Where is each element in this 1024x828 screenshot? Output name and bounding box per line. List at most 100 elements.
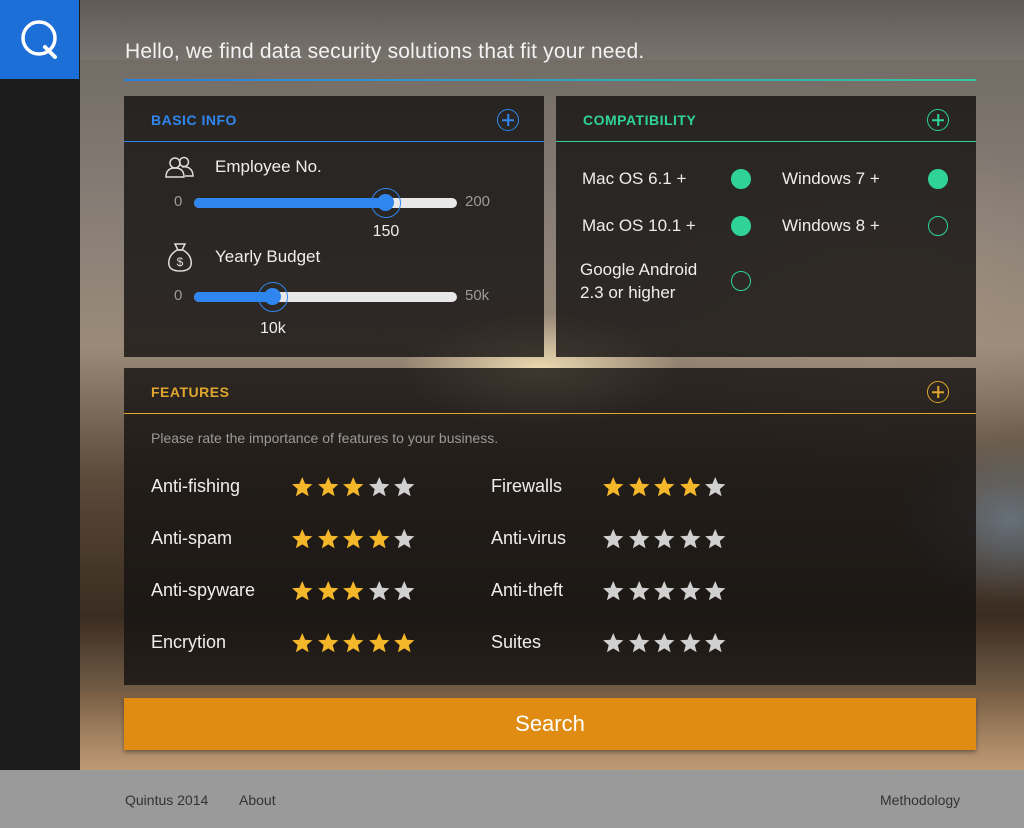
feature-label-encryption: Encrytion (151, 632, 227, 652)
basic-info-divider (124, 141, 544, 142)
star-filled-icon[interactable] (317, 528, 340, 550)
os-label-win7: Windows 7 + (782, 169, 880, 188)
basic-info-title: BASIC INFO (151, 112, 237, 128)
features-panel: FEATURES Please rate the importance of f… (124, 368, 976, 685)
os-label-android-line2: 2.3 or higher (580, 283, 676, 302)
star-empty-icon[interactable] (368, 580, 391, 602)
star-empty-icon[interactable] (653, 528, 676, 550)
feature-label-firewalls: Firewalls (491, 476, 563, 496)
employee-slider-track[interactable] (194, 198, 457, 208)
star-empty-icon[interactable] (393, 476, 416, 498)
star-filled-icon[interactable] (368, 632, 391, 654)
svg-text:$: $ (177, 255, 184, 269)
money-bag-icon: $ (168, 243, 192, 272)
star-empty-icon[interactable] (393, 528, 416, 550)
feature-label-anti-spam: Anti-spam (151, 528, 233, 548)
star-empty-icon[interactable] (393, 580, 416, 602)
star-filled-icon[interactable] (291, 580, 314, 602)
rating-encryption[interactable] (291, 632, 416, 654)
basic-info-panel: BASIC INFO Employee No. 0 200 150 $ Year… (124, 96, 544, 357)
os-toggle-mac61[interactable] (731, 169, 751, 189)
star-filled-icon[interactable] (602, 476, 625, 498)
star-empty-icon[interactable] (704, 528, 727, 550)
footer-about-link[interactable]: About (239, 792, 276, 808)
basic-info-expand-icon[interactable] (497, 109, 519, 131)
star-filled-icon[interactable] (679, 476, 702, 498)
star-empty-icon[interactable] (679, 580, 702, 602)
compatibility-expand-icon[interactable] (927, 109, 949, 131)
search-button[interactable]: Search (124, 698, 976, 750)
budget-value: 10k (259, 320, 286, 337)
os-toggle-win8[interactable] (928, 216, 948, 236)
employee-max: 200 (465, 193, 491, 210)
employee-min: 0 (174, 193, 183, 210)
star-empty-icon[interactable] (679, 528, 702, 550)
rating-firewalls[interactable] (602, 476, 727, 498)
star-filled-icon[interactable] (342, 528, 365, 550)
features-expand-icon[interactable] (927, 381, 949, 403)
os-toggle-win7[interactable] (928, 169, 948, 189)
logo-q-icon (20, 19, 57, 59)
rating-anti-fishing[interactable] (291, 476, 416, 498)
feature-label-suites: Suites (491, 632, 542, 652)
rating-anti-spyware[interactable] (291, 580, 416, 602)
star-filled-icon[interactable] (653, 476, 676, 498)
os-label-android: Google Android 2.3 or higher (580, 258, 697, 304)
rating-anti-theft[interactable] (602, 580, 727, 602)
os-label-android-line1: Google Android (580, 260, 698, 279)
feature-label-anti-fishing: Anti-fishing (151, 476, 241, 496)
star-empty-icon[interactable] (704, 580, 727, 602)
star-empty-icon[interactable] (628, 528, 651, 550)
star-empty-icon[interactable] (602, 528, 625, 550)
star-filled-icon[interactable] (317, 580, 340, 602)
os-label-mac101: Mac OS 10.1 + (582, 216, 696, 235)
left-rail (0, 0, 80, 770)
os-label-win8: Windows 8 + (782, 216, 880, 235)
star-empty-icon[interactable] (602, 580, 625, 602)
star-empty-icon[interactable] (653, 580, 676, 602)
star-empty-icon[interactable] (653, 632, 676, 654)
compatibility-title: COMPATIBILITY (583, 112, 697, 128)
logo[interactable] (0, 0, 79, 79)
employee-slider-fill (194, 198, 386, 208)
star-empty-icon[interactable] (679, 632, 702, 654)
star-filled-icon[interactable] (342, 476, 365, 498)
os-label-mac61: Mac OS 6.1 + (582, 169, 687, 188)
star-filled-icon[interactable] (291, 632, 314, 654)
budget-slider-track[interactable] (194, 292, 457, 302)
employee-slider-thumb[interactable] (370, 188, 401, 218)
budget-max: 50k (465, 287, 490, 304)
footer-copyright[interactable]: Quintus 2014 (125, 792, 208, 808)
star-filled-icon[interactable] (317, 476, 340, 498)
features-title: FEATURES (151, 384, 230, 400)
budget-label: Yearly Budget (215, 247, 321, 266)
budget-slider-thumb[interactable] (257, 282, 288, 312)
star-empty-icon[interactable] (368, 476, 391, 498)
star-filled-icon[interactable] (342, 580, 365, 602)
os-toggle-android[interactable] (731, 271, 751, 291)
employee-value: 150 (372, 223, 400, 240)
features-hint: Please rate the importance of features t… (151, 430, 499, 446)
rating-suites[interactable] (602, 632, 727, 654)
star-filled-icon[interactable] (291, 476, 314, 498)
star-empty-icon[interactable] (704, 632, 727, 654)
star-filled-icon[interactable] (368, 528, 391, 550)
rating-anti-spam[interactable] (291, 528, 416, 550)
star-empty-icon[interactable] (628, 632, 651, 654)
star-filled-icon[interactable] (628, 476, 651, 498)
rating-anti-virus[interactable] (602, 528, 727, 550)
feature-label-anti-spyware: Anti-spyware (151, 580, 256, 600)
star-empty-icon[interactable] (628, 580, 651, 602)
budget-min: 0 (174, 287, 183, 304)
people-icon (165, 156, 194, 178)
os-toggle-mac101[interactable] (731, 216, 751, 236)
star-filled-icon[interactable] (291, 528, 314, 550)
star-filled-icon[interactable] (317, 632, 340, 654)
star-filled-icon[interactable] (342, 632, 365, 654)
headline-divider (124, 79, 976, 81)
star-empty-icon[interactable] (602, 632, 625, 654)
star-empty-icon[interactable] (704, 476, 727, 498)
star-filled-icon[interactable] (393, 632, 416, 654)
footer-methodology-link[interactable]: Methodology (880, 792, 960, 808)
employee-label: Employee No. (215, 157, 322, 176)
